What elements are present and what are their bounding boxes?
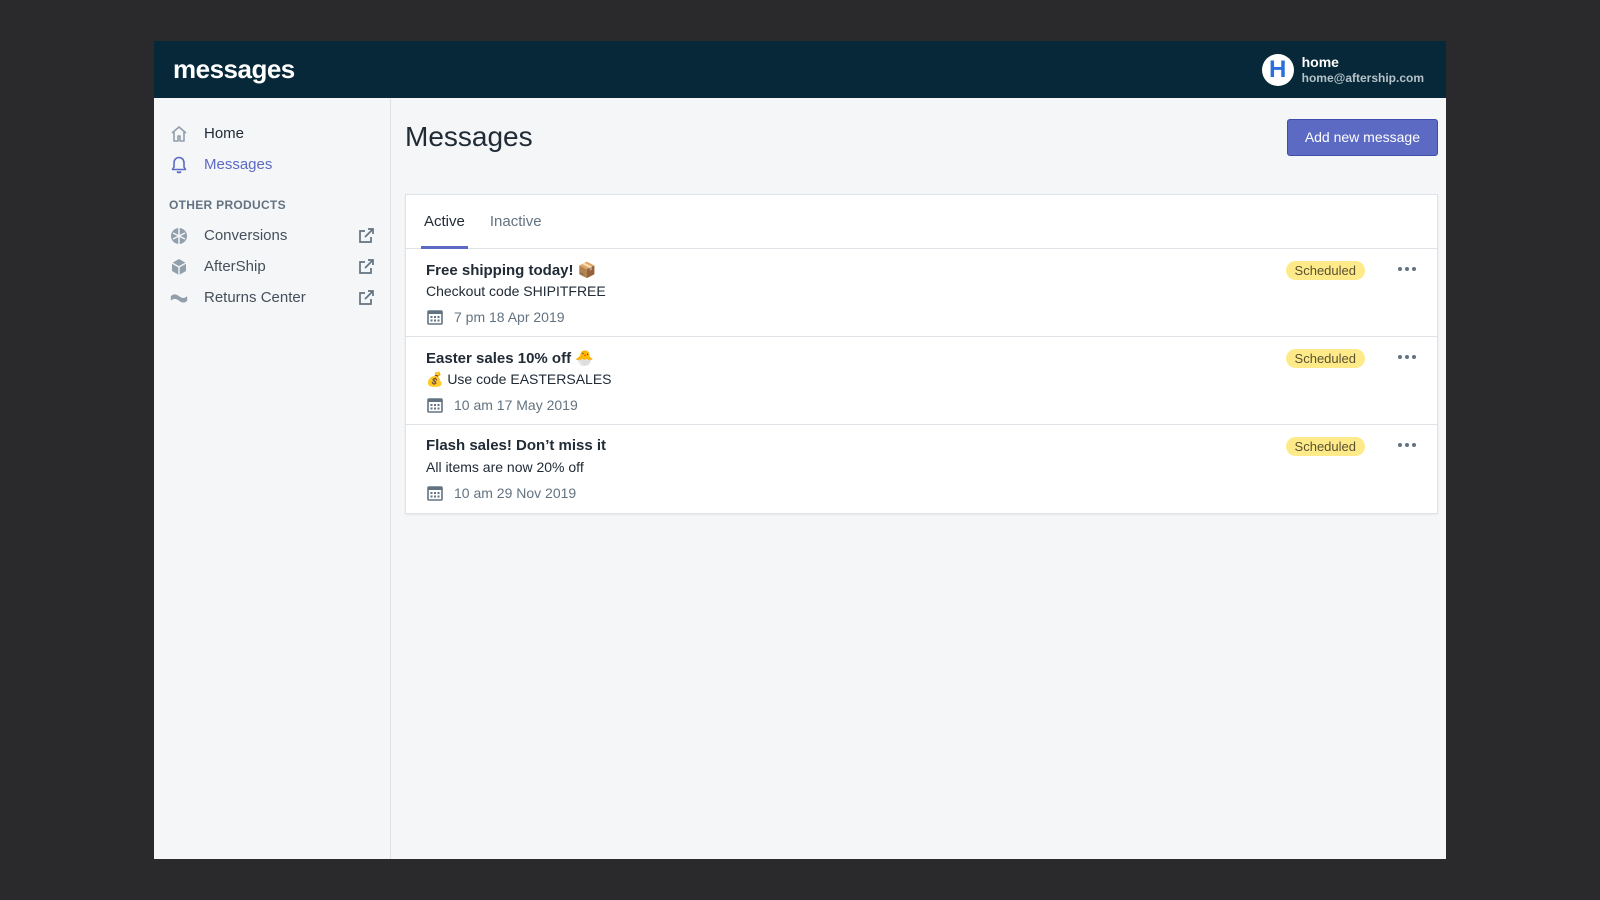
external-link-icon[interactable] — [357, 289, 375, 307]
calendar-icon — [427, 398, 443, 413]
message-date-text: 10 am 29 Nov 2019 — [454, 485, 577, 501]
tab-active[interactable]: Active — [421, 195, 468, 249]
calendar-icon — [427, 486, 443, 501]
user-email: home@aftership.com — [1301, 70, 1424, 85]
page-title: Messages — [405, 121, 533, 152]
calendar-icon — [427, 310, 443, 325]
message-subtitle: 💰 Use code EASTERSALES — [426, 371, 612, 387]
status-badge: Scheduled — [1285, 437, 1365, 456]
tab-inactive[interactable]: Inactive — [487, 195, 545, 248]
more-horizontal-icon — [1398, 355, 1416, 359]
message-title: Easter sales 10% off 🐣 — [426, 350, 594, 367]
add-new-message-button[interactable]: Add new message — [1286, 118, 1438, 156]
message-title: Free shipping today! 📦 — [426, 262, 597, 279]
sidebar-item-label: AfterShip — [204, 258, 266, 275]
message-date-text: 7 pm 18 Apr 2019 — [454, 309, 565, 325]
message-date: 10 am 17 May 2019 — [426, 396, 1417, 414]
message-row[interactable]: Flash sales! Don’t miss it All items are… — [406, 425, 1437, 513]
conversions-icon — [169, 226, 189, 246]
more-actions-button[interactable] — [1395, 345, 1419, 369]
message-title: Flash sales! Don’t miss it — [426, 437, 607, 454]
returns-icon — [169, 288, 189, 308]
sidebar-item-aftership[interactable]: AfterShip — [154, 251, 390, 282]
more-actions-button[interactable] — [1395, 257, 1419, 281]
top-bar: messages H home home@aftership.com — [154, 41, 1446, 98]
message-date: 10 am 29 Nov 2019 — [426, 484, 1417, 502]
messages-card: Active Inactive Free shipping today! 📦 C… — [405, 194, 1438, 514]
main-content: Messages Add new message Active Inactive… — [391, 98, 1446, 859]
message-subtitle: All items are now 20% off — [426, 459, 584, 475]
sidebar-item-label: Conversions — [204, 227, 288, 244]
sidebar-item-returns-center[interactable]: Returns Center — [154, 282, 390, 313]
aftership-icon — [169, 257, 189, 277]
status-badge: Scheduled — [1285, 261, 1365, 280]
sidebar-item-label: Returns Center — [204, 289, 306, 306]
more-horizontal-icon — [1398, 443, 1416, 447]
external-link-icon[interactable] — [357, 227, 375, 245]
message-row[interactable]: Easter sales 10% off 🐣 💰 Use code EASTER… — [406, 337, 1437, 425]
avatar[interactable]: H — [1261, 53, 1294, 86]
sidebar-item-conversions[interactable]: Conversions — [154, 220, 390, 251]
section-title: OTHER PRODUCTS — [169, 198, 286, 212]
more-horizontal-icon — [1398, 267, 1416, 271]
user-name: home — [1301, 53, 1339, 70]
user-menu[interactable]: H home home@aftership.com — [1261, 53, 1424, 86]
status-badge: Scheduled — [1285, 349, 1365, 368]
tab-bar: Active Inactive — [406, 195, 1437, 249]
sidebar-item-messages[interactable]: Messages — [154, 149, 390, 180]
home-icon — [169, 124, 189, 144]
sidebar-item-label: Home — [204, 125, 245, 142]
message-date-text: 10 am 17 May 2019 — [454, 397, 578, 413]
message-date: 7 pm 18 Apr 2019 — [426, 308, 1417, 326]
sidebar-item-label: Messages — [204, 156, 273, 173]
sidebar: Home Messages OTHER PRODUCTS Conversions — [154, 98, 391, 859]
message-row[interactable]: Free shipping today! 📦 Checkout code SHI… — [406, 249, 1437, 337]
more-actions-button[interactable] — [1395, 433, 1419, 457]
bell-icon — [169, 155, 189, 175]
sidebar-item-home[interactable]: Home — [154, 118, 390, 149]
app-body: Home Messages OTHER PRODUCTS Conversions — [154, 98, 1446, 859]
app-logo[interactable]: messages — [173, 54, 295, 85]
page-header: Messages Add new message — [405, 118, 1438, 156]
message-subtitle: Checkout code SHIPITFREE — [426, 283, 606, 299]
external-link-icon[interactable] — [357, 258, 375, 276]
user-info: home home@aftership.com — [1302, 54, 1424, 86]
app-window: messages H home home@aftership.com Home … — [154, 41, 1446, 859]
